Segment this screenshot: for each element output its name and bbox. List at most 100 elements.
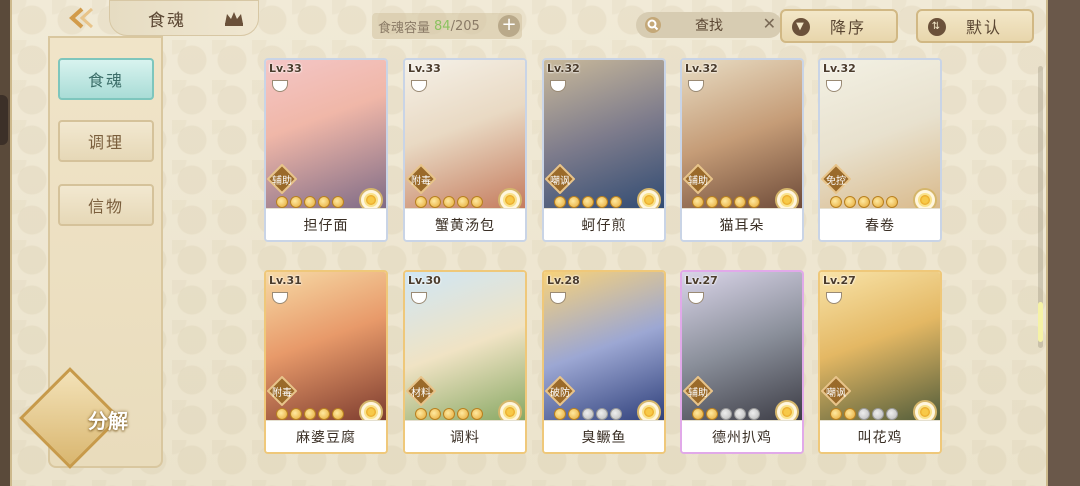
star-icon [610, 196, 622, 208]
star-icon [582, 196, 594, 208]
sort-order-button[interactable]: ▼ 降序 [780, 9, 898, 43]
food-soul-grid: Lv.33 辅助 担仔面 Lv.33 附毒 蟹黄汤包 Lv.32 嘲讽 蚵仔煎 Lv.32 辅助 猫耳… [264, 58, 950, 458]
role-label: 辅助 [272, 176, 292, 187]
food-soul-card[interactable]: Lv.31 附毒 麻婆豆腐 [264, 270, 388, 454]
star-icon [720, 196, 732, 208]
star-icon [844, 196, 856, 208]
role-badge: 嘲讽 [544, 163, 576, 195]
drag-handle[interactable] [0, 95, 8, 145]
card-level: Lv.32 [685, 62, 718, 75]
star-icon [610, 408, 622, 420]
food-soul-card[interactable]: Lv.27 辅助 德州扒鸡 [680, 270, 804, 454]
clear-search-button[interactable]: ✕ [763, 14, 776, 33]
card-level: Lv.32 [547, 62, 580, 75]
food-soul-card[interactable]: Lv.32 辅助 猫耳朵 [680, 58, 804, 242]
card-name: 臭鳜鱼 [544, 420, 664, 452]
role-badge: 辅助 [266, 163, 298, 195]
role-badge: 破防 [544, 375, 576, 407]
expand-capacity-button[interactable]: + [498, 15, 520, 37]
star-rating [276, 196, 344, 208]
star-icon [332, 408, 344, 420]
sidebar-item-tokens[interactable]: 信物 [58, 184, 154, 226]
star-icon [692, 408, 704, 420]
star-icon [706, 408, 718, 420]
star-icon [318, 196, 330, 208]
star-icon [582, 408, 594, 420]
role-label: 破防 [550, 388, 570, 399]
sidebar-item-label: 食魂 [87, 71, 124, 90]
star-rating [692, 196, 760, 208]
star-icon [318, 408, 330, 420]
card-level: Lv.28 [547, 274, 580, 287]
star-icon [415, 408, 427, 420]
search-icon [645, 17, 661, 33]
role-label: 嘲讽 [826, 388, 846, 399]
food-soul-card[interactable]: Lv.33 附毒蟹黄汤包 [403, 58, 527, 242]
card-name: 担仔面 [266, 208, 386, 240]
star-rating [554, 408, 622, 420]
decompose-label[interactable]: 分解 [68, 405, 148, 434]
star-icon [734, 196, 746, 208]
star-icon [830, 196, 842, 208]
sidebar-item-label: 信物 [87, 197, 124, 216]
sidebar-item-food-soul[interactable]: 食魂 [58, 58, 154, 100]
card-level: Lv.27 [685, 274, 718, 287]
capacity-display: 食魂容量 84 /205 + [372, 13, 522, 39]
food-soul-card[interactable]: Lv.32 免控 春卷 [818, 58, 942, 242]
capacity-current: 84 [434, 18, 451, 34]
role-badge: 附毒 [405, 163, 437, 195]
sidebar-item-cooking[interactable]: 调理 [58, 120, 154, 162]
star-icon [276, 408, 288, 420]
star-icon [443, 196, 455, 208]
food-soul-card[interactable]: Lv.28 破防臭鳜鱼 [542, 270, 666, 454]
star-icon [554, 196, 566, 208]
role-label: 辅助 [688, 388, 708, 399]
star-rating [554, 196, 622, 208]
role-label: 免控 [826, 176, 846, 187]
role-badge: 嘲讽 [820, 375, 852, 407]
star-icon [720, 408, 732, 420]
card-level: Lv.30 [408, 274, 441, 287]
card-level: Lv.32 [823, 62, 856, 75]
sort-mode-button[interactable]: ⇅ 默认 [916, 9, 1034, 43]
star-icon [858, 196, 870, 208]
star-icon [290, 196, 302, 208]
role-label: 材料 [411, 388, 431, 399]
card-name: 蟹黄汤包 [405, 208, 525, 240]
star-icon [290, 408, 302, 420]
star-icon [596, 408, 608, 420]
star-icon [886, 196, 898, 208]
back-arrow-icon [69, 7, 94, 29]
star-icon [415, 196, 427, 208]
star-icon [858, 408, 870, 420]
card-name: 麻婆豆腐 [266, 420, 386, 452]
search-bar[interactable]: 查找 ✕ [636, 12, 782, 38]
food-soul-card[interactable]: Lv.32 嘲讽 蚵仔煎 [542, 58, 666, 242]
crown-icon [225, 12, 243, 26]
capacity-max: /205 [450, 18, 480, 34]
star-icon [734, 408, 746, 420]
star-rating [692, 408, 760, 420]
grid-scrollbar[interactable] [1038, 66, 1043, 348]
star-icon [471, 196, 483, 208]
sidebar-item-label: 调理 [87, 133, 124, 152]
role-label: 嘲讽 [550, 176, 570, 187]
star-icon [429, 196, 441, 208]
star-icon [332, 196, 344, 208]
star-icon [872, 196, 884, 208]
star-rating [276, 408, 344, 420]
star-icon [304, 408, 316, 420]
food-soul-card[interactable]: Lv.33 辅助 担仔面 [264, 58, 388, 242]
star-icon [554, 408, 566, 420]
scrollbar-thumb[interactable] [1038, 302, 1043, 342]
sort-toggle-icon: ⇅ [928, 18, 946, 36]
card-level: Lv.33 [408, 62, 441, 75]
card-name: 调料 [405, 420, 525, 452]
card-name: 叫花鸡 [820, 420, 940, 452]
back-button[interactable] [58, 0, 108, 36]
search-label: 查找 [695, 18, 723, 34]
food-soul-card[interactable]: Lv.30 材料调料 [403, 270, 527, 454]
star-icon [692, 196, 704, 208]
food-soul-card[interactable]: Lv.27 嘲讽 叫花鸡 [818, 270, 942, 454]
food-soul-screen: 食魂 食魂容量 84 /205 + 查找 ✕ ▼ 降序 ⇅ 默认 食魂 调理 信… [10, 0, 1048, 486]
